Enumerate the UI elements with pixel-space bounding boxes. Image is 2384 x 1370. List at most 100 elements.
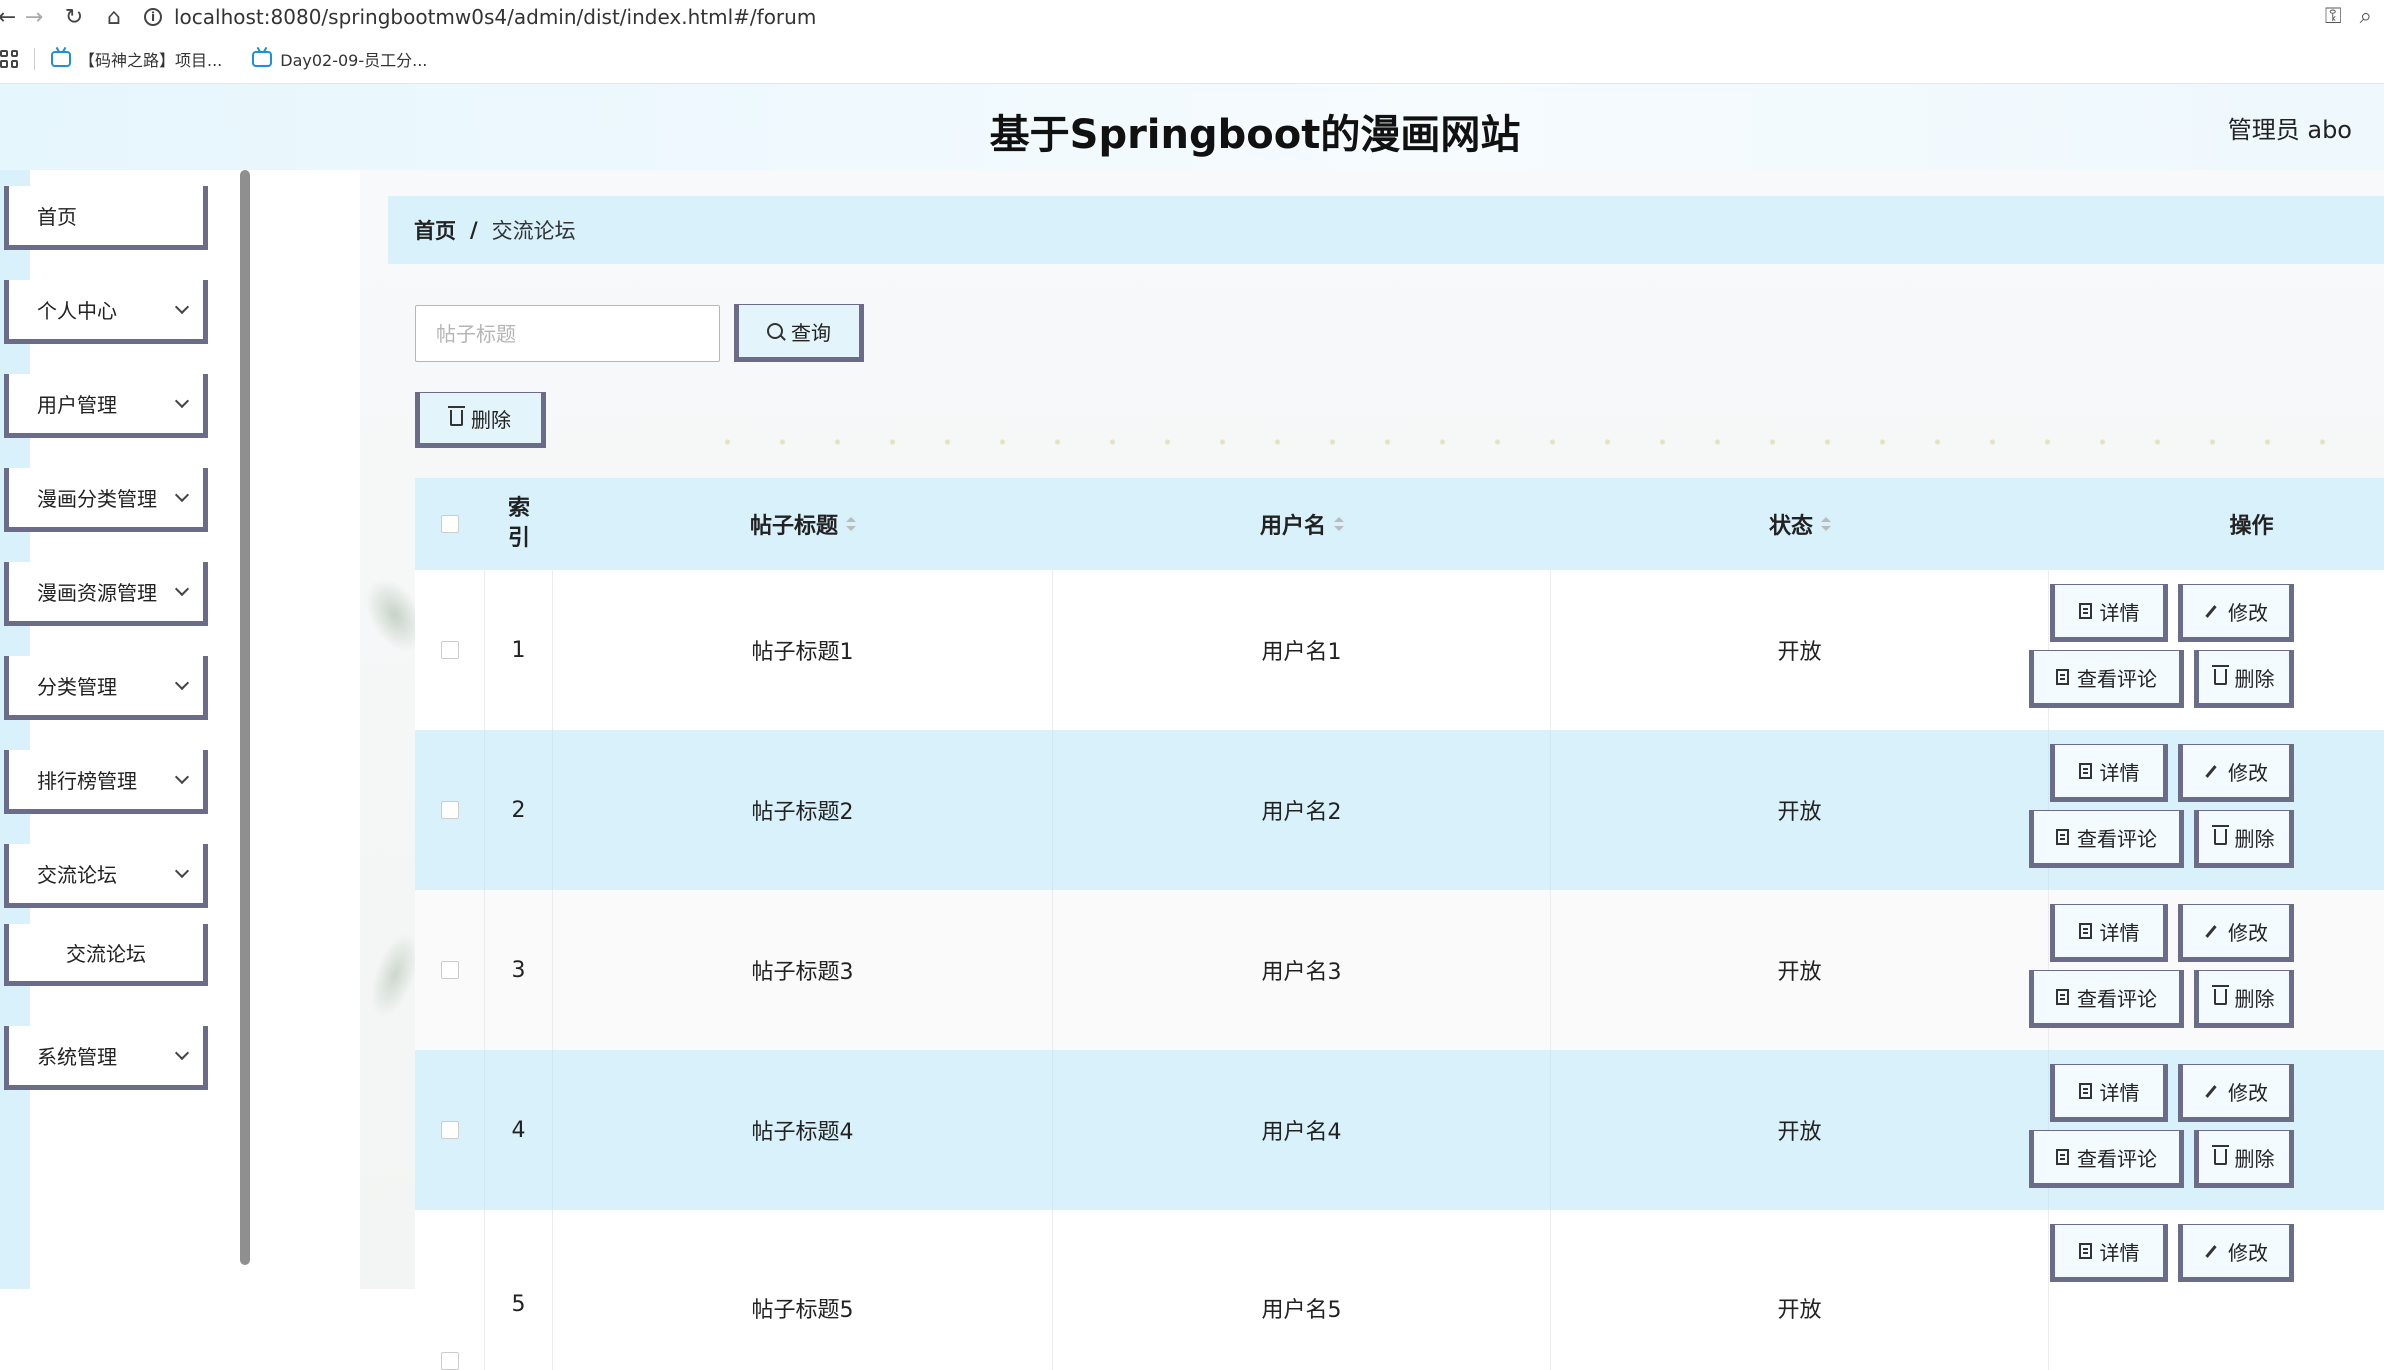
- home-icon[interactable]: ⌂: [94, 0, 134, 34]
- search-button[interactable]: 查询: [734, 304, 864, 362]
- row-status: 开放: [1551, 1050, 2049, 1210]
- row-delete-button[interactable]: 删除: [2194, 1130, 2294, 1188]
- batch-delete-button[interactable]: 删除: [415, 392, 546, 448]
- sort-icon[interactable]: [1821, 516, 1831, 532]
- edit-button[interactable]: 修改: [2178, 904, 2294, 962]
- site-info-icon[interactable]: i: [144, 8, 162, 26]
- chevron-down-icon: [174, 299, 190, 315]
- edit-button[interactable]: 修改: [2178, 1064, 2294, 1122]
- table-row: 2 帖子标题2 用户名2 开放 详情 修改 查看评论 删除: [415, 730, 2384, 890]
- column-header-status[interactable]: 状态: [1551, 478, 2049, 570]
- edit-button[interactable]: 修改: [2178, 1224, 2294, 1282]
- sidebar-item-comic-resource-management[interactable]: 漫画资源管理: [4, 562, 208, 626]
- detail-button[interactable]: 详情: [2050, 1064, 2168, 1122]
- row-select-cell: [415, 1210, 485, 1370]
- row-checkbox[interactable]: [440, 801, 459, 819]
- sidebar-scrollbar[interactable]: [240, 170, 250, 1265]
- app-title: 基于Springboot的漫画网站: [989, 112, 1521, 158]
- row-delete-button[interactable]: 删除: [2194, 650, 2294, 708]
- edit-icon: [2205, 1084, 2217, 1098]
- bookmarks-bar: 【码神之路】项目... Day02-09-员工分...: [0, 34, 2384, 84]
- column-header-title[interactable]: 帖子标题: [553, 478, 1053, 570]
- row-username: 用户名4: [1053, 1050, 1551, 1210]
- forward-arrow-icon[interactable]: →: [14, 0, 54, 34]
- bookmark-label: 【码神之路】项目...: [79, 50, 223, 70]
- breadcrumb-separator: /: [470, 218, 478, 242]
- browser-url-bar: ← → ↻ ⌂ i localhost:8080/springbootmw0s4…: [0, 0, 2384, 34]
- trash-icon: [448, 406, 465, 426]
- trash-icon: [2211, 1145, 2229, 1165]
- row-delete-button-label: 删除: [2234, 986, 2275, 1011]
- row-status: 开放: [1551, 730, 2049, 890]
- search-button-label: 查询: [791, 320, 831, 345]
- sidebar-item-label: 漫画资源管理: [37, 581, 157, 605]
- detail-button-label: 详情: [2099, 1240, 2140, 1265]
- breadcrumb-home[interactable]: 首页: [414, 215, 456, 245]
- edit-button-label: 修改: [2228, 1080, 2268, 1105]
- zoom-icon[interactable]: ⌕: [2360, 4, 2372, 29]
- reload-icon[interactable]: ↻: [54, 0, 94, 34]
- sidebar-item-label: 交流论坛: [66, 942, 146, 966]
- view-comments-button[interactable]: 查看评论: [2029, 1130, 2184, 1188]
- sidebar-item-user-management[interactable]: 用户管理: [4, 374, 208, 438]
- detail-button[interactable]: 详情: [2050, 744, 2168, 802]
- edit-button[interactable]: 修改: [2178, 744, 2294, 802]
- row-select-cell: [415, 1050, 485, 1210]
- row-checkbox[interactable]: [440, 1121, 459, 1139]
- document-icon: [2078, 1243, 2092, 1259]
- sidebar-item-category-management[interactable]: 分类管理: [4, 656, 208, 720]
- url-text[interactable]: localhost:8080/springbootmw0s4/admin/dis…: [174, 5, 816, 29]
- row-username: 用户名5: [1053, 1210, 1551, 1370]
- view-comments-button[interactable]: 查看评论: [2029, 970, 2184, 1028]
- sidebar-item-personal-center[interactable]: 个人中心: [4, 280, 208, 344]
- row-actions: 详情 修改 查看评论 删除: [2029, 730, 2384, 890]
- detail-button[interactable]: 详情: [2050, 1224, 2168, 1282]
- column-header-username[interactable]: 用户名: [1053, 478, 1551, 570]
- bookmark-item[interactable]: 【码神之路】项目...: [51, 47, 222, 71]
- detail-button[interactable]: 详情: [2050, 584, 2168, 642]
- breadcrumb: 首页 / 交流论坛: [388, 196, 2384, 264]
- chevron-down-icon: [174, 393, 190, 409]
- chevron-down-icon: [174, 863, 190, 879]
- post-title-search-input[interactable]: [415, 305, 720, 362]
- key-icon[interactable]: ⚿: [2325, 4, 2342, 29]
- bilibili-icon: [51, 50, 71, 67]
- sidebar-item-forum[interactable]: 交流论坛: [4, 844, 208, 908]
- document-icon: [2056, 989, 2069, 1005]
- row-checkbox[interactable]: [440, 1352, 459, 1370]
- detail-button-label: 详情: [2099, 760, 2140, 785]
- back-arrow-icon[interactable]: ←: [0, 0, 16, 34]
- row-status: 开放: [1551, 570, 2049, 730]
- sidebar-subitem-forum[interactable]: 交流论坛: [4, 924, 208, 986]
- row-index: 2: [485, 730, 553, 890]
- apps-grid-icon[interactable]: [0, 49, 18, 68]
- row-checkbox[interactable]: [440, 961, 459, 979]
- sidebar-item-comic-category-management[interactable]: 漫画分类管理: [4, 468, 208, 532]
- sort-icon[interactable]: [1334, 516, 1344, 532]
- sidebar-item-ranking-management[interactable]: 排行榜管理: [4, 750, 208, 814]
- document-icon: [2056, 1149, 2069, 1165]
- chevron-down-icon: [174, 487, 190, 503]
- row-index: 1: [485, 570, 553, 730]
- row-delete-button[interactable]: 删除: [2194, 810, 2294, 868]
- row-title: 帖子标题3: [553, 890, 1053, 1050]
- sidebar-item-label: 首页: [37, 205, 77, 229]
- row-actions: 详情 修改: [2050, 1210, 2384, 1370]
- sidebar-item-home[interactable]: 首页: [4, 186, 208, 250]
- sort-icon[interactable]: [846, 516, 856, 532]
- sidebar-item-system-management[interactable]: 系统管理: [4, 1026, 208, 1090]
- row-delete-button[interactable]: 删除: [2194, 970, 2294, 1028]
- column-header-label: 用户名: [1259, 514, 1326, 539]
- row-checkbox[interactable]: [440, 641, 459, 659]
- document-icon: [2078, 603, 2092, 619]
- view-comments-button[interactable]: 查看评论: [2029, 810, 2184, 868]
- row-actions: 详情 修改 查看评论 删除: [2029, 570, 2384, 730]
- admin-info[interactable]: 管理员 abo: [2228, 110, 2352, 145]
- sidebar-item-label: 分类管理: [37, 675, 117, 699]
- bookmark-item[interactable]: Day02-09-员工分...: [252, 47, 427, 71]
- trash-icon: [2211, 665, 2229, 685]
- detail-button[interactable]: 详情: [2050, 904, 2168, 962]
- view-comments-button[interactable]: 查看评论: [2029, 650, 2184, 708]
- select-all-checkbox[interactable]: [441, 515, 459, 533]
- edit-button[interactable]: 修改: [2178, 584, 2294, 642]
